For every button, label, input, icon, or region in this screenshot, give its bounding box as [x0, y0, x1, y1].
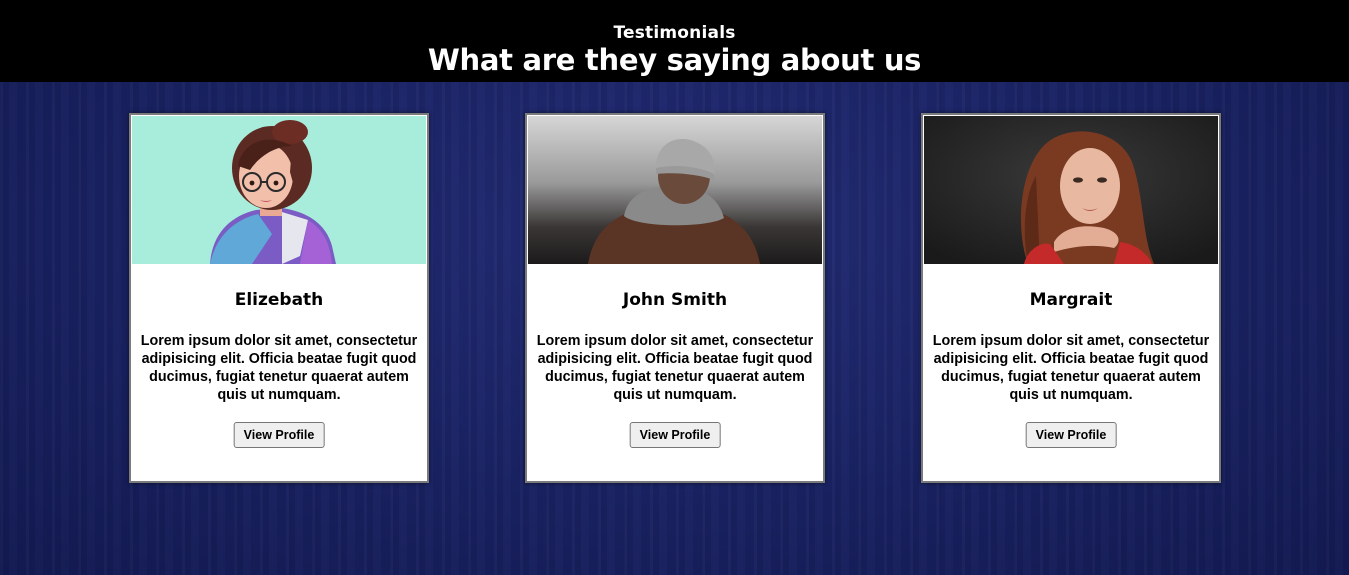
person-name: John Smith: [622, 290, 728, 310]
man-in-beanie-photo: [528, 116, 822, 264]
testimonial-card-margrait: Margrait Lorem ipsum dolor sit amet, con…: [921, 113, 1221, 483]
testimonial-card-elizebath: Elizebath Lorem ipsum dolor sit amet, co…: [129, 113, 429, 483]
testimonial-text: Lorem ipsum dolor sit amet, consectetur …: [536, 333, 814, 403]
section-title: What are they saying about us: [427, 43, 922, 77]
profile-photo: [924, 116, 1218, 264]
person-name: Elizebath: [234, 290, 324, 310]
profile-photo: [132, 116, 426, 264]
view-profile-button[interactable]: View Profile: [1025, 422, 1117, 448]
testimonial-text: Lorem ipsum dolor sit amet, consectetur …: [140, 333, 418, 403]
testimonial-text: Lorem ipsum dolor sit amet, consectetur …: [932, 333, 1210, 403]
view-profile-button[interactable]: View Profile: [629, 422, 721, 448]
view-profile-button[interactable]: View Profile: [233, 422, 325, 448]
person-name: Margrait: [1029, 290, 1113, 310]
illustrated-portrait-image: [132, 116, 426, 264]
testimonials-header: Testimonials What are they saying about …: [0, 0, 1349, 82]
testimonial-card-john-smith: John Smith Lorem ipsum dolor sit amet, c…: [525, 113, 825, 483]
profile-photo: [528, 116, 822, 264]
woman-portrait-photo: [924, 116, 1218, 264]
